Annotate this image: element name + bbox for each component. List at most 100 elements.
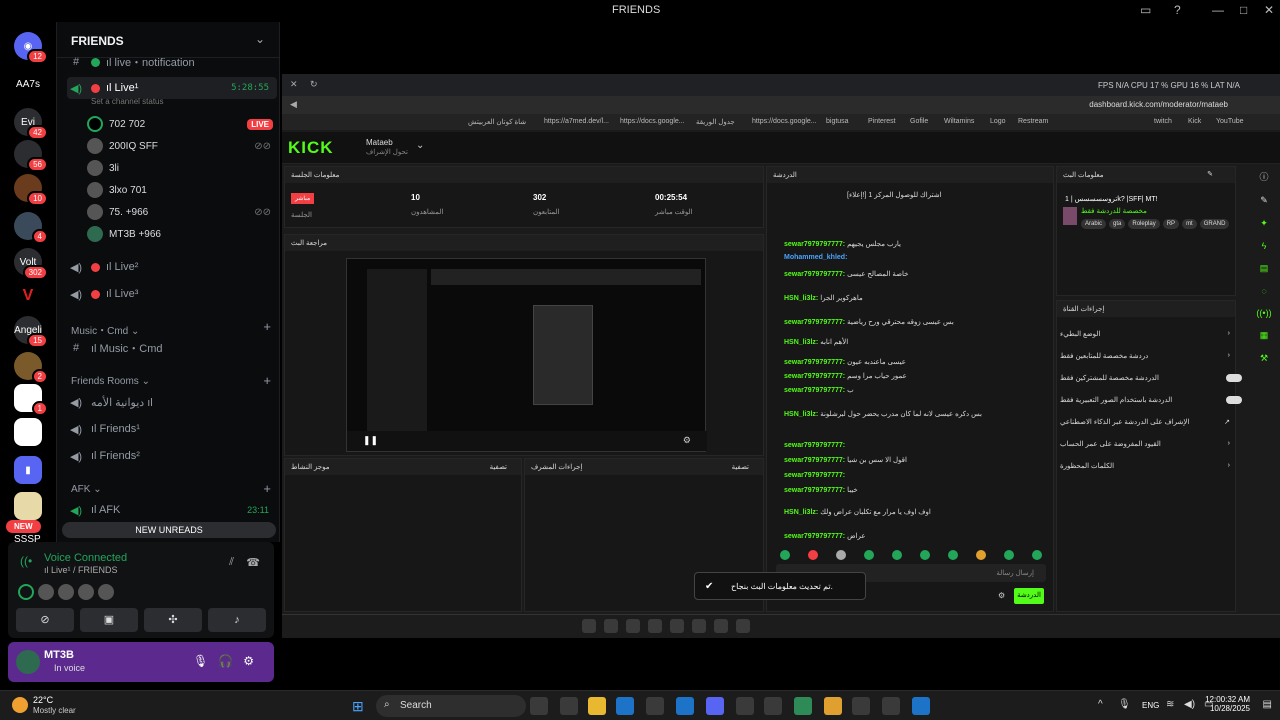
tag[interactable]: RP [1162, 219, 1180, 229]
server-angeli[interactable]: Angeli 15 [14, 316, 48, 348]
category-thumbnail[interactable] [1063, 207, 1077, 225]
task-view-icon[interactable] [530, 697, 548, 715]
avatar[interactable] [18, 584, 34, 600]
address-bar[interactable]: ◀ dashboard.kick.com/moderator/mataeb [282, 96, 1280, 114]
weather-icon[interactable] [12, 697, 28, 713]
chevron-up-icon[interactable]: ^ [1098, 699, 1103, 710]
bookmark[interactable]: شاة كوتان العربيتش [468, 118, 526, 126]
bookmark[interactable]: Gofile [910, 118, 928, 125]
voice-user[interactable]: 3lxo 701 [87, 180, 277, 200]
voice-user[interactable]: 200IQ SFF ⊘⊘ [87, 136, 277, 156]
chat-message[interactable]: sewar7979797777: ب [784, 386, 1054, 394]
steam-icon[interactable] [764, 697, 782, 715]
chat-message[interactable]: sewar7979797777: عيسى ماعندبه عيون [784, 358, 1054, 366]
pinned-message[interactable]: [إعلاء!] اشتراك للوصول المركز 1 [847, 191, 942, 199]
filter-button[interactable]: تصفية [732, 463, 749, 471]
server-item[interactable]: 10 [14, 174, 48, 206]
weather-text[interactable]: Mostly clear [33, 706, 76, 715]
store-icon[interactable] [646, 697, 664, 715]
chat-username[interactable]: HSN_li3lz: [784, 411, 818, 418]
voice-user[interactable]: 702 702 LIVE [87, 114, 277, 134]
avatar[interactable] [78, 584, 94, 600]
stream-category[interactable]: مخصصة للدردشة فقط [1081, 207, 1147, 215]
help-icon[interactable]: ? [1174, 3, 1181, 17]
chat-message[interactable]: sewar7979797777: عمور حياب مرا وسم [784, 372, 1054, 380]
layout-icon[interactable]: ▦ [1260, 330, 1269, 341]
pause-icon[interactable]: ❚❚ [363, 435, 378, 446]
channel-friends1[interactable]: ◀) ıl Friends¹ [67, 418, 277, 440]
app-icon[interactable] [736, 619, 750, 633]
channel-live3[interactable]: ◀) ıl Live³ [67, 283, 277, 305]
chat-message[interactable]: HSN_li3lz: بس دكره عيسى لانه لما كان مدر… [784, 410, 1054, 418]
chat-username[interactable]: sewar7979797777: [784, 319, 845, 326]
microphone-icon[interactable]: 🎙 [1118, 699, 1131, 710]
tag[interactable]: gta [1109, 219, 1126, 229]
wrench-icon[interactable]: ⚒ [1260, 353, 1268, 364]
voice-user[interactable]: 3li [87, 158, 277, 178]
chat-username[interactable]: sewar7979797777: [784, 271, 845, 278]
app-icon[interactable] [824, 697, 842, 715]
edit-icon[interactable]: ✎ [1207, 170, 1213, 178]
subscribers-only-toggle[interactable] [1226, 374, 1242, 382]
emote-icon[interactable] [892, 550, 902, 560]
info-icon[interactable]: ⓘ [1259, 170, 1268, 183]
chat-message[interactable]: sewar7979797777: [784, 472, 1054, 479]
chat-username[interactable]: Mohammed_khled: [784, 254, 847, 261]
app-icon[interactable] [604, 619, 618, 633]
bookmark[interactable]: twitch [1154, 118, 1172, 125]
chat-message[interactable]: sewar7979797777: يارب مجلس يجيهم [784, 240, 1054, 248]
add-channel-icon[interactable]: + [263, 373, 271, 388]
server-volt[interactable]: Volt 302 [14, 248, 48, 280]
player-controls[interactable]: ❚❚ ⚙ [347, 431, 707, 451]
broadcast-icon[interactable]: ((•)) [1256, 308, 1271, 318]
server-item[interactable]: 2 [14, 352, 48, 384]
bookmark[interactable]: Wiltamins [944, 118, 974, 125]
file-icon[interactable]: ▤ [1260, 263, 1269, 274]
chat-username[interactable]: HSN_li3lz: [784, 509, 818, 516]
bookmark[interactable]: https://a7med.dev/l... [544, 118, 609, 125]
channel-status[interactable]: Set a channel status [91, 97, 164, 106]
signal-icon[interactable]: ((• [20, 554, 32, 568]
app-icon[interactable] [670, 619, 684, 633]
channel-friends2[interactable]: ◀) ıl Friends² [67, 445, 277, 467]
file-explorer-icon[interactable] [588, 697, 606, 715]
chat-message[interactable]: sewar7979797777: [784, 442, 1054, 449]
add-channel-icon[interactable]: + [263, 319, 271, 334]
bookmark[interactable]: Restream [1018, 118, 1048, 125]
emote-icon[interactable] [948, 550, 958, 560]
clock[interactable]: 12:00:32 AM 10/28/2025 [1205, 695, 1250, 713]
server-item[interactable]: 56 [14, 140, 48, 172]
server-v[interactable]: V [14, 282, 42, 310]
new-unreads-button[interactable]: NEW UNREADS [62, 522, 276, 538]
screen-share-icon[interactable]: ▣ [80, 608, 138, 632]
action-ai-moderation[interactable]: الإشراف على الدردشة عبر الذكاء الاصطناعي… [1060, 418, 1240, 426]
inbox-icon[interactable]: ▭ [1140, 3, 1151, 17]
server-item[interactable] [14, 418, 42, 446]
channel-live2[interactable]: ◀) ıl Live² [67, 256, 277, 278]
app-icon[interactable] [626, 619, 640, 633]
chat-username[interactable]: HSN_li3lz: [784, 295, 818, 302]
chat-username[interactable]: sewar7979797777: [784, 487, 845, 494]
app-icon[interactable] [692, 619, 706, 633]
chat-username[interactable]: sewar7979797777: [784, 442, 845, 449]
chat-username[interactable]: sewar7979797777: [784, 387, 845, 394]
wifi-icon[interactable]: ≋ [1166, 699, 1174, 710]
emote-icon[interactable] [976, 550, 986, 560]
chat-message[interactable]: sewar7979797777: خاصة المصالح عيسى [784, 270, 1054, 278]
emotes-only-toggle[interactable] [1226, 396, 1242, 404]
bookmark[interactable]: Kick [1188, 118, 1201, 125]
bookmark[interactable]: YouTube [1216, 118, 1244, 125]
tag[interactable]: GRAND [1199, 219, 1230, 229]
tag[interactable]: mt [1182, 219, 1197, 229]
app-icon[interactable] [852, 697, 870, 715]
category-friends-rooms[interactable]: Friends Rooms ⌄ + [71, 373, 271, 388]
maximize-button[interactable]: □ [1240, 3, 1247, 17]
channel-live1[interactable]: ◀) ıl Live¹ 5:28:55 [67, 77, 277, 99]
chrome-icon[interactable] [794, 697, 812, 715]
avatar[interactable] [98, 584, 114, 600]
app-icon[interactable] [912, 697, 930, 715]
emote-icon[interactable] [1032, 550, 1042, 560]
voice-user[interactable]: 75. +966 ⊘⊘ [87, 202, 277, 222]
headphones-icon[interactable]: 🎧 [218, 654, 243, 668]
shield-icon[interactable]: ✦ [1260, 218, 1268, 229]
